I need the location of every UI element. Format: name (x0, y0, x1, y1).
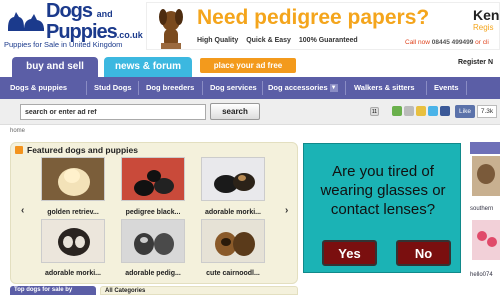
top-dogs-panel-header: Top dogs for sale by (10, 286, 96, 295)
featured-dogs-panel: Featured dogs and puppies ‹ › golden ret… (10, 142, 298, 284)
banner-features: High Quality Quick & Easy 100% Guarantee… (197, 37, 364, 44)
nav-item-dog-breeders[interactable]: Dog breeders (146, 77, 194, 99)
nav-item-label: Dog accessories (268, 83, 328, 92)
feature-item: 100% Guaranteed (298, 37, 358, 44)
ad-yes-button[interactable]: Yes (322, 240, 377, 266)
puppy-photo (42, 220, 104, 262)
nav-item-dogs-puppies[interactable]: Dogs & puppies (10, 77, 67, 99)
featured-thumb[interactable] (41, 157, 105, 201)
right-sidebar: southern hello074 (470, 142, 500, 295)
facebook-like-button[interactable]: Like (455, 105, 475, 118)
all-categories-header[interactable]: All Categories (100, 286, 298, 295)
featured-label[interactable]: adorable pedig... (108, 270, 198, 277)
banner-side-brand: Ken (473, 7, 500, 23)
puppy-photo (122, 158, 184, 200)
email-button[interactable] (416, 105, 426, 118)
sidebar-ad-thumb[interactable] (472, 220, 500, 260)
category-nav: Dogs & puppies Stud Dogs Dog breeders Do… (0, 77, 500, 99)
sidebar-ad-thumb[interactable] (472, 156, 500, 196)
featured-label[interactable]: adorable morki... (28, 270, 118, 277)
twitter-icon (428, 106, 438, 117)
sidebar-ad-label[interactable]: southern (470, 206, 493, 212)
share-icon (392, 106, 402, 117)
logo-tagline: Puppies for Sale in United Kingdom (4, 40, 123, 49)
place-ad-button[interactable]: place your ad free (200, 58, 296, 73)
register-link[interactable]: Register N (458, 59, 493, 66)
sidebar-ad-label[interactable]: hello074 (470, 272, 493, 278)
banner-call: Call now 08445 499499 or cli (405, 39, 489, 46)
carousel-prev-arrow[interactable]: ‹ (21, 205, 24, 216)
search-button[interactable]: search (210, 103, 260, 120)
nav-divider (262, 81, 263, 95)
feature-item: Quick & Easy (246, 37, 291, 44)
share-count[interactable]: 11 (370, 105, 379, 118)
main-tabs: buy and sell news & forum place your ad … (0, 55, 500, 79)
search-bar: search 11 Like 7.3k (0, 99, 500, 125)
ad-no-button[interactable]: No (396, 240, 451, 266)
print-button[interactable] (404, 105, 414, 118)
featured-label[interactable]: golden retriev... (28, 209, 118, 216)
puppy-photo (202, 220, 264, 262)
featured-label[interactable]: adorable morki... (188, 209, 278, 216)
breadcrumb[interactable]: home (10, 128, 25, 134)
ad-question: Are you tired of wearing glasses or cont… (320, 163, 446, 218)
nav-divider (86, 81, 87, 95)
nav-divider (202, 81, 203, 95)
sidebar-header (470, 142, 500, 154)
site-logo[interactable]: Dogs and Puppies.co.uk Puppies for Sale … (2, 0, 143, 50)
search-input[interactable] (20, 104, 206, 120)
dogs-logo-icon (8, 12, 44, 31)
featured-thumb[interactable] (121, 157, 185, 201)
puppy-photo (122, 220, 184, 262)
logo-wordmark: Dogs and Puppies.co.uk (46, 0, 143, 43)
featured-thumb[interactable] (41, 219, 105, 263)
rss-icon[interactable] (15, 146, 23, 154)
nav-item-events[interactable]: Events (434, 77, 459, 99)
nav-divider (138, 81, 139, 95)
facebook-button[interactable] (440, 105, 450, 118)
nav-divider (345, 81, 346, 95)
carousel-next-arrow[interactable]: › (285, 205, 288, 216)
featured-label[interactable]: cute cairnoodl... (188, 270, 278, 277)
email-icon (416, 106, 426, 117)
banner-side-sub: Regis (473, 23, 494, 32)
like-count: 7.3k (477, 105, 497, 118)
nav-divider (426, 81, 427, 95)
puppy-photo (202, 158, 264, 200)
nav-item-stud-dogs[interactable]: Stud Dogs (94, 77, 132, 99)
share-button-green[interactable] (392, 105, 402, 118)
nav-divider (466, 81, 467, 95)
featured-thumb[interactable] (121, 219, 185, 263)
puppy-photo (42, 158, 104, 200)
site-header: Dogs and Puppies.co.uk Puppies for Sale … (0, 0, 500, 55)
facebook-icon (440, 106, 450, 117)
featured-label[interactable]: pedigree black... (108, 209, 198, 216)
featured-title: Featured dogs and puppies (15, 145, 138, 155)
pedigree-banner-ad[interactable]: Need pedigree papers? High Quality Quick… (146, 2, 500, 50)
nav-item-walkers-sitters[interactable]: Walkers & sitters (354, 77, 415, 99)
share-count-badge: 11 (370, 106, 379, 116)
dog-photo-icon (159, 9, 183, 49)
feature-item: High Quality (197, 37, 239, 44)
tab-news-and-forum[interactable]: news & forum (104, 57, 192, 79)
featured-thumb[interactable] (201, 157, 265, 201)
glasses-ad[interactable]: Are you tired of wearing glasses or cont… (303, 143, 461, 273)
featured-thumb[interactable] (201, 219, 265, 263)
twitter-button[interactable] (428, 105, 438, 118)
banner-headline: Need pedigree papers? (197, 6, 430, 29)
tab-buy-and-sell[interactable]: buy and sell (12, 57, 98, 79)
print-icon (404, 106, 414, 117)
chevron-down-icon: ▼ (329, 84, 338, 93)
nav-item-dog-services[interactable]: Dog services (210, 77, 257, 99)
nav-item-dog-accessories[interactable]: Dog accessories ▼ (268, 77, 338, 99)
